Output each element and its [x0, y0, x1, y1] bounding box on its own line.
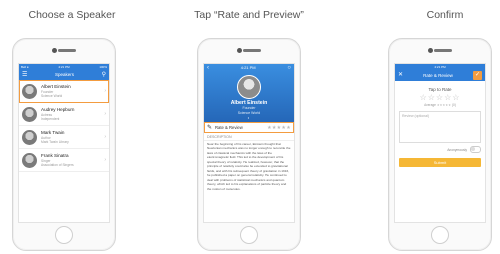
avatar	[22, 152, 37, 168]
speaker-org: Science World	[237, 110, 261, 115]
speaker-header: ‹ 4:21 PM ○ Albert Einstein Founder Scie…	[204, 64, 294, 122]
status-time: 4:21 PM	[240, 65, 256, 70]
speaker-org: Independent	[41, 116, 60, 121]
step-title-confirm: Confirm	[426, 9, 464, 21]
average-count: (0)	[452, 103, 456, 107]
phone-mockup-3: 4:21 PM ✕ Rate & Review ✓ Tap to Rate ☆☆…	[388, 38, 492, 251]
avatar	[22, 129, 37, 145]
chevron-right-icon: ›	[104, 111, 106, 117]
speaker-row[interactable]: Frank Sinatra Singer Association of Sing…	[19, 149, 109, 172]
step-title-choose-speaker: Choose a Speaker	[28, 9, 116, 21]
speaker-detail-screen: ‹ 4:21 PM ○ Albert Einstein Founder Scie…	[203, 63, 295, 223]
speaker-org: Mark Twain Library	[41, 139, 69, 144]
step-title-rate-preview: Tap “Rate and Preview”	[194, 9, 304, 21]
page-indicator: •	[247, 115, 251, 121]
checkmark-icon: ✓	[474, 72, 481, 78]
avatar	[22, 106, 37, 122]
camera-dot	[52, 48, 57, 53]
rate-label: Rate & Review	[215, 125, 243, 130]
phone-mockup-2: ‹ 4:21 PM ○ Albert Einstein Founder Scie…	[197, 38, 301, 251]
camera-dot	[237, 48, 242, 53]
submit-button[interactable]: Submit	[399, 158, 481, 167]
nav-title: Rate & Review	[423, 72, 453, 78]
more-icon[interactable]: ○	[287, 65, 291, 71]
anonymous-row: Anonymously	[395, 143, 485, 156]
anonymous-label: Anonymously	[447, 147, 467, 152]
rate-and-review-button[interactable]: ✎ Rate & Review ★★★★★	[204, 122, 294, 133]
nav-bar: ☰ Speakers ⚲	[19, 69, 109, 80]
average-label: Average	[424, 103, 436, 107]
chevron-right-icon: ›	[104, 88, 106, 94]
pencil-icon: ✎	[207, 124, 213, 131]
chevron-right-icon: ›	[104, 157, 106, 163]
speaker-org: Association of Singers	[41, 162, 74, 167]
anonymous-toggle[interactable]	[470, 146, 481, 153]
camera-dot	[428, 48, 433, 53]
nav-bar: ✕ Rate & Review ✓	[395, 69, 485, 81]
earpiece	[434, 49, 452, 52]
rate-review-screen: 4:21 PM ✕ Rate & Review ✓ Tap to Rate ☆☆…	[394, 63, 486, 223]
status-time: 4:21 PM	[58, 64, 70, 69]
rating-stars: ★★★★★	[267, 124, 291, 131]
review-input[interactable]: Review (optional)	[399, 111, 481, 143]
star-rating-input[interactable]: ☆☆☆☆☆	[395, 93, 485, 102]
status-battery: 100%	[99, 64, 107, 69]
confirm-button[interactable]: ✓	[473, 70, 482, 80]
status-carrier: Bell ●	[21, 64, 29, 69]
speakers-screen: Bell ● 4:21 PM 100% ☰ Speakers ⚲ Albert …	[18, 63, 110, 223]
earpiece	[58, 49, 76, 52]
earpiece	[243, 49, 261, 52]
phone-mockup-1: Bell ● 4:21 PM 100% ☰ Speakers ⚲ Albert …	[12, 38, 116, 251]
average-stars: ★★★★★	[436, 103, 452, 107]
speaker-row[interactable]: Audrey Hepburn Actress Independent ›	[19, 103, 109, 126]
speaker-row[interactable]: Mark Twain Author Mark Twain Library ›	[19, 126, 109, 149]
home-button	[240, 226, 258, 244]
speaker-row[interactable]: Albert Einstein Founder Science World ›	[19, 80, 109, 103]
speaker-org: Science World	[41, 93, 63, 98]
average-rating: Average ★★★★★ (0)	[395, 103, 485, 107]
back-icon[interactable]: ‹	[207, 65, 209, 71]
speaker-avatar	[237, 75, 261, 99]
chevron-right-icon: ›	[104, 134, 106, 140]
search-icon[interactable]: ⚲	[102, 72, 106, 78]
speaker-description: Near the beginning of his career, Einste…	[207, 142, 291, 191]
status-time: 4:21 PM	[434, 64, 446, 69]
tap-to-rate-label: Tap to Rate	[428, 87, 452, 92]
avatar	[22, 83, 37, 99]
section-heading: DESCRIPTION	[204, 133, 294, 141]
home-button	[431, 226, 449, 244]
nav-title: Speakers	[54, 72, 74, 77]
home-button	[55, 226, 73, 244]
